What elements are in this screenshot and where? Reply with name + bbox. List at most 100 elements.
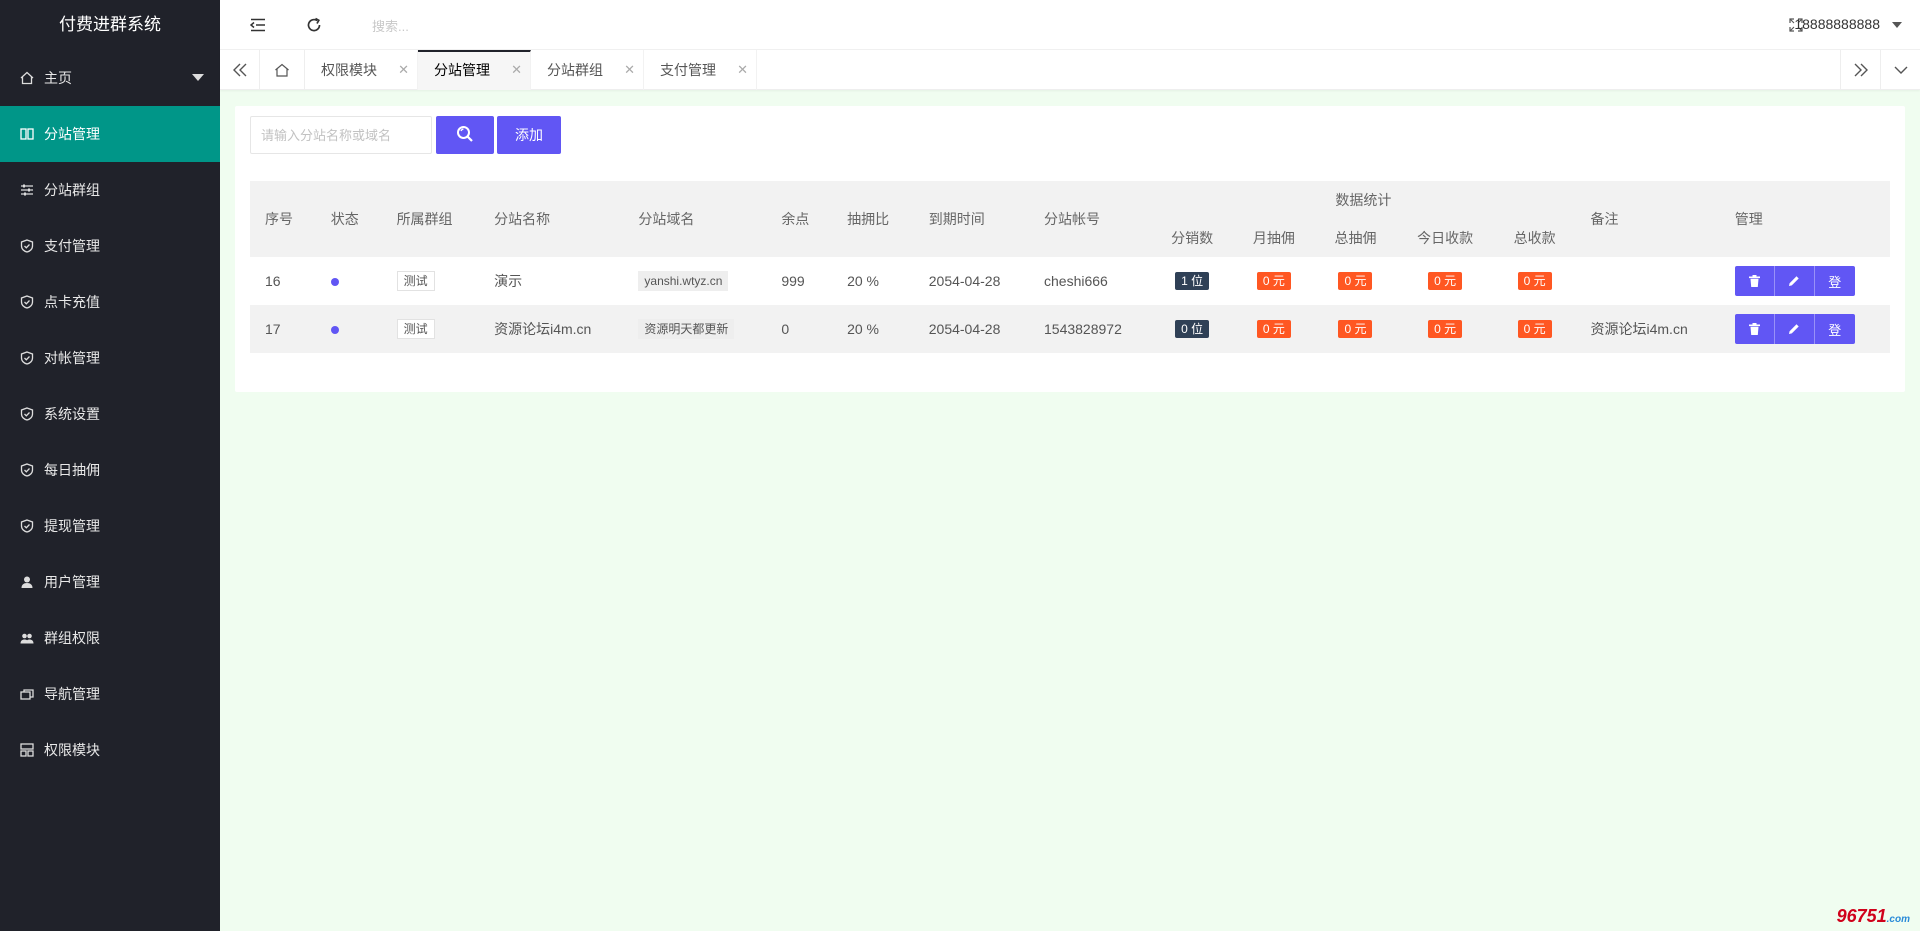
sidebar-item-card-recharge[interactable]: 点卡充值 xyxy=(0,274,220,330)
sidebar-item-daily-commission[interactable]: 每日抽佣 xyxy=(0,442,220,498)
sidebar-item-system-settings[interactable]: 系统设置 xyxy=(0,386,220,442)
cell-monthly: 0 元 xyxy=(1233,305,1315,353)
col-header: 分站帐号 xyxy=(1029,181,1152,257)
sales-badge: 0 位 xyxy=(1175,320,1210,338)
cell-total-comm: 0 元 xyxy=(1314,305,1397,353)
col-header: 所属群组 xyxy=(381,181,480,257)
col-header: 备注 xyxy=(1575,181,1720,257)
today-badge: 0 元 xyxy=(1428,320,1463,338)
total-recv-badge: 0 元 xyxy=(1517,320,1552,338)
sidebar-item-users[interactable]: 用户管理 xyxy=(0,554,220,610)
tab-label: 分站管理 xyxy=(434,62,490,78)
sidebar-item-withdrawal[interactable]: 提现管理 xyxy=(0,498,220,554)
cell-note xyxy=(1576,257,1720,305)
close-icon[interactable]: ✕ xyxy=(511,52,522,88)
domain-tag: 资源明天都更新 xyxy=(638,319,735,339)
close-icon[interactable]: ✕ xyxy=(398,50,409,90)
cell-id: 17 xyxy=(250,305,316,353)
tabs-menu-chevron-icon[interactable] xyxy=(1880,50,1920,90)
total-recv-badge: 0 元 xyxy=(1517,272,1552,290)
sidebar-item-label: 主页 xyxy=(44,70,72,86)
shield-icon xyxy=(20,295,34,309)
tab-substation[interactable]: 分站管理 ✕ xyxy=(418,50,531,90)
substation-search-input[interactable] xyxy=(250,116,432,154)
close-icon[interactable]: ✕ xyxy=(737,50,748,90)
cell-domain: 资源明天都更新 xyxy=(623,305,767,353)
cell-expire: 2054-04-28 xyxy=(928,273,1001,289)
cell-ratio: 20 % xyxy=(847,273,880,289)
login-button[interactable]: 登 xyxy=(1814,266,1855,296)
home-icon xyxy=(20,71,34,85)
sidebar-item-payment[interactable]: 支付管理 xyxy=(0,218,220,274)
cell-manage: 登 xyxy=(1719,305,1890,353)
sidebar-item-reconciliation[interactable]: 对帐管理 xyxy=(0,330,220,386)
tabs-scroll-left-icon[interactable] xyxy=(220,50,260,90)
col-header: 余点 xyxy=(766,181,833,257)
tab-payment[interactable]: 支付管理 ✕ xyxy=(644,50,757,90)
add-button[interactable]: 添加 xyxy=(497,116,561,154)
tab-permission-modules[interactable]: 权限模块 ✕ xyxy=(305,50,418,90)
col-header: 今日收款 xyxy=(1396,219,1494,257)
shield-icon xyxy=(20,351,34,365)
sidebar-item-substation[interactable]: 分站管理 xyxy=(0,106,220,162)
shield-icon xyxy=(20,407,34,421)
tabs-bar: 权限模块 ✕ 分站管理 ✕ 分站群组 ✕ 支付管理 ✕ xyxy=(220,50,1920,90)
sidebar-item-label: 系统设置 xyxy=(44,406,100,422)
close-icon[interactable]: ✕ xyxy=(624,50,635,90)
tabs-scroll-right-icon[interactable] xyxy=(1840,50,1880,90)
cell-group: 测试 xyxy=(382,257,480,305)
cell-ratio: 20 % xyxy=(832,305,914,353)
delete-button[interactable] xyxy=(1734,314,1775,344)
monthly-badge: 0 元 xyxy=(1256,272,1291,290)
sidebar-item-label: 群组权限 xyxy=(44,630,100,646)
table-row: 16 测试 演示 yanshi.wtyz.cn 999 20 % 2054-04… xyxy=(250,257,1890,305)
top-search-input[interactable]: 搜索... xyxy=(372,16,409,35)
sidebar-item-group-permissions[interactable]: 群组权限 xyxy=(0,610,220,666)
top-header: 搜索... 18888888888 xyxy=(220,0,1920,50)
edit-button[interactable] xyxy=(1774,266,1815,296)
monthly-badge: 0 元 xyxy=(1256,320,1291,338)
sidebar-item-label: 每日抽佣 xyxy=(44,462,100,478)
login-button[interactable]: 登 xyxy=(1814,314,1855,344)
cell-total-comm: 0 元 xyxy=(1315,257,1397,305)
cell-total-recv: 0 元 xyxy=(1493,305,1576,353)
cell-account: 1543828972 xyxy=(1029,305,1152,353)
sidebar-item-label: 支付管理 xyxy=(44,238,100,254)
refresh-icon[interactable] xyxy=(302,13,326,37)
edit-button[interactable] xyxy=(1774,314,1815,344)
tab-substation-groups[interactable]: 分站群组 ✕ xyxy=(531,50,644,90)
sales-badge: 1 位 xyxy=(1175,272,1210,290)
sidebar-item-navigation[interactable]: 导航管理 xyxy=(0,666,220,722)
cell-status xyxy=(315,305,382,353)
cell-monthly: 0 元 xyxy=(1233,257,1315,305)
watermark-logo: 96751.com xyxy=(1837,906,1910,927)
app-title: 付费进群系统 xyxy=(59,15,161,34)
trash-icon xyxy=(1748,275,1760,287)
col-header: 分站域名 xyxy=(623,181,767,257)
sidebar-item-substation-groups[interactable]: 分站群组 xyxy=(0,162,220,218)
sidebar-item-permission-modules[interactable]: 权限模块 xyxy=(0,722,220,778)
chevron-down-icon[interactable] xyxy=(1892,22,1902,28)
group-tag: 测试 xyxy=(396,319,435,339)
cell-group: 测试 xyxy=(381,305,480,353)
total-comm-badge: 0 元 xyxy=(1338,320,1373,338)
delete-button[interactable] xyxy=(1734,266,1775,296)
status-dot xyxy=(330,278,339,286)
col-header: 总抽佣 xyxy=(1314,219,1397,257)
col-header: 抽拥比 xyxy=(832,181,914,257)
row-actions: 登 xyxy=(1734,314,1855,344)
col-header: 月抽佣 xyxy=(1233,219,1315,257)
domain-tag: yanshi.wtyz.cn xyxy=(638,271,729,291)
search-button[interactable] xyxy=(436,116,494,154)
sidebar-item-label: 权限模块 xyxy=(44,742,100,758)
col-header: 到期时间 xyxy=(913,181,1029,257)
pencil-icon xyxy=(1789,276,1799,286)
shield-icon xyxy=(20,519,34,533)
menu-toggle-icon[interactable] xyxy=(246,13,270,37)
cell-status xyxy=(316,257,382,305)
sidebar-item-home[interactable]: 主页 xyxy=(0,50,220,106)
sidebar-item-label: 对帐管理 xyxy=(44,350,100,366)
tab-home-icon[interactable] xyxy=(260,50,305,90)
trash-icon xyxy=(1748,323,1760,335)
username-menu[interactable]: 18888888888 xyxy=(1794,16,1880,32)
